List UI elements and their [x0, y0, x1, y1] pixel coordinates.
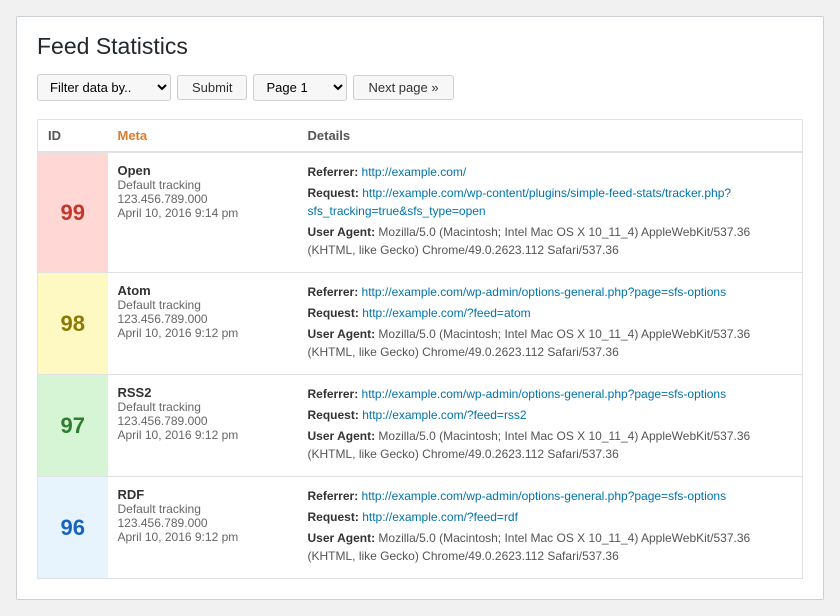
request-label: Request: — [308, 510, 359, 524]
referrer-line: Referrer: http://example.com/wp-admin/op… — [308, 385, 793, 403]
meta-cell: RDF Default tracking 123.456.789.000 Apr… — [108, 477, 298, 579]
id-cell: 98 — [38, 273, 108, 375]
meta-ip: 123.456.789.000 — [118, 516, 288, 530]
request-label: Request: — [308, 306, 359, 320]
col-header-details: Details — [298, 120, 803, 153]
referrer-link[interactable]: http://example.com/wp-admin/options-gene… — [362, 489, 727, 503]
meta-tracking: Default tracking — [118, 502, 288, 516]
meta-ip: 123.456.789.000 — [118, 192, 288, 206]
details-cell: Referrer: http://example.com/wp-admin/op… — [298, 375, 803, 477]
referrer-line: Referrer: http://example.com/wp-admin/op… — [308, 283, 793, 301]
agent-label: User Agent: — [308, 327, 376, 341]
meta-date: April 10, 2016 9:14 pm — [118, 206, 288, 220]
meta-tracking: Default tracking — [118, 400, 288, 414]
col-header-meta: Meta — [108, 120, 298, 153]
meta-cell: Open Default tracking 123.456.789.000 Ap… — [108, 152, 298, 273]
referrer-label: Referrer: — [308, 387, 359, 401]
referrer-link[interactable]: http://example.com/wp-admin/options-gene… — [362, 285, 727, 299]
submit-button[interactable]: Submit — [177, 75, 247, 100]
id-cell: 99 — [38, 152, 108, 273]
id-cell: 96 — [38, 477, 108, 579]
meta-type: RSS2 — [118, 385, 288, 400]
meta-type: Open — [118, 163, 288, 178]
table-row: 98 Atom Default tracking 123.456.789.000… — [38, 273, 803, 375]
meta-cell: RSS2 Default tracking 123.456.789.000 Ap… — [108, 375, 298, 477]
page-select[interactable]: Page 1 Page 2 Page 3 — [253, 74, 347, 101]
page-container: Feed Statistics Filter data by.. Open At… — [16, 16, 824, 600]
referrer-label: Referrer: — [308, 285, 359, 299]
table-row: 99 Open Default tracking 123.456.789.000… — [38, 152, 803, 273]
meta-ip: 123.456.789.000 — [118, 312, 288, 326]
request-line: Request: http://example.com/?feed=rss2 — [308, 406, 793, 424]
id-cell: 97 — [38, 375, 108, 477]
request-link[interactable]: http://example.com/?feed=rss2 — [362, 408, 526, 422]
meta-date: April 10, 2016 9:12 pm — [118, 428, 288, 442]
details-cell: Referrer: http://example.com/wp-admin/op… — [298, 477, 803, 579]
meta-type: Atom — [118, 283, 288, 298]
referrer-line: Referrer: http://example.com/ — [308, 163, 793, 181]
details-cell: Referrer: http://example.com/wp-admin/op… — [298, 273, 803, 375]
request-line: Request: http://example.com/?feed=atom — [308, 304, 793, 322]
details-cell: Referrer: http://example.com/ Request: h… — [298, 152, 803, 273]
request-label: Request: — [308, 408, 359, 422]
referrer-label: Referrer: — [308, 489, 359, 503]
request-link[interactable]: http://example.com/?feed=atom — [362, 306, 530, 320]
stats-table: ID Meta Details 99 Open Default tracking… — [37, 119, 803, 579]
agent-line: User Agent: Mozilla/5.0 (Macintosh; Inte… — [308, 325, 793, 361]
meta-date: April 10, 2016 9:12 pm — [118, 530, 288, 544]
meta-cell: Atom Default tracking 123.456.789.000 Ap… — [108, 273, 298, 375]
agent-line: User Agent: Mozilla/5.0 (Macintosh; Inte… — [308, 529, 793, 565]
request-link[interactable]: http://example.com/wp-content/plugins/si… — [308, 186, 732, 218]
table-header-row: ID Meta Details — [38, 120, 803, 153]
agent-label: User Agent: — [308, 225, 376, 239]
referrer-line: Referrer: http://example.com/wp-admin/op… — [308, 487, 793, 505]
request-line: Request: http://example.com/?feed=rdf — [308, 508, 793, 526]
agent-line: User Agent: Mozilla/5.0 (Macintosh; Inte… — [308, 427, 793, 463]
meta-type: RDF — [118, 487, 288, 502]
table-row: 96 RDF Default tracking 123.456.789.000 … — [38, 477, 803, 579]
agent-label: User Agent: — [308, 531, 376, 545]
agent-label: User Agent: — [308, 429, 376, 443]
meta-tracking: Default tracking — [118, 178, 288, 192]
page-title: Feed Statistics — [37, 33, 803, 60]
request-line: Request: http://example.com/wp-content/p… — [308, 184, 793, 220]
agent-line: User Agent: Mozilla/5.0 (Macintosh; Inte… — [308, 223, 793, 259]
meta-date: April 10, 2016 9:12 pm — [118, 326, 288, 340]
toolbar: Filter data by.. Open Atom RSS2 RDF Subm… — [37, 74, 803, 101]
referrer-link[interactable]: http://example.com/ — [362, 165, 467, 179]
col-header-id: ID — [38, 120, 108, 153]
referrer-link[interactable]: http://example.com/wp-admin/options-gene… — [362, 387, 727, 401]
request-label: Request: — [308, 186, 359, 200]
filter-select[interactable]: Filter data by.. Open Atom RSS2 RDF — [37, 74, 171, 101]
referrer-label: Referrer: — [308, 165, 359, 179]
meta-tracking: Default tracking — [118, 298, 288, 312]
request-link[interactable]: http://example.com/?feed=rdf — [362, 510, 518, 524]
meta-ip: 123.456.789.000 — [118, 414, 288, 428]
table-row: 97 RSS2 Default tracking 123.456.789.000… — [38, 375, 803, 477]
next-page-button[interactable]: Next page » — [353, 75, 453, 100]
